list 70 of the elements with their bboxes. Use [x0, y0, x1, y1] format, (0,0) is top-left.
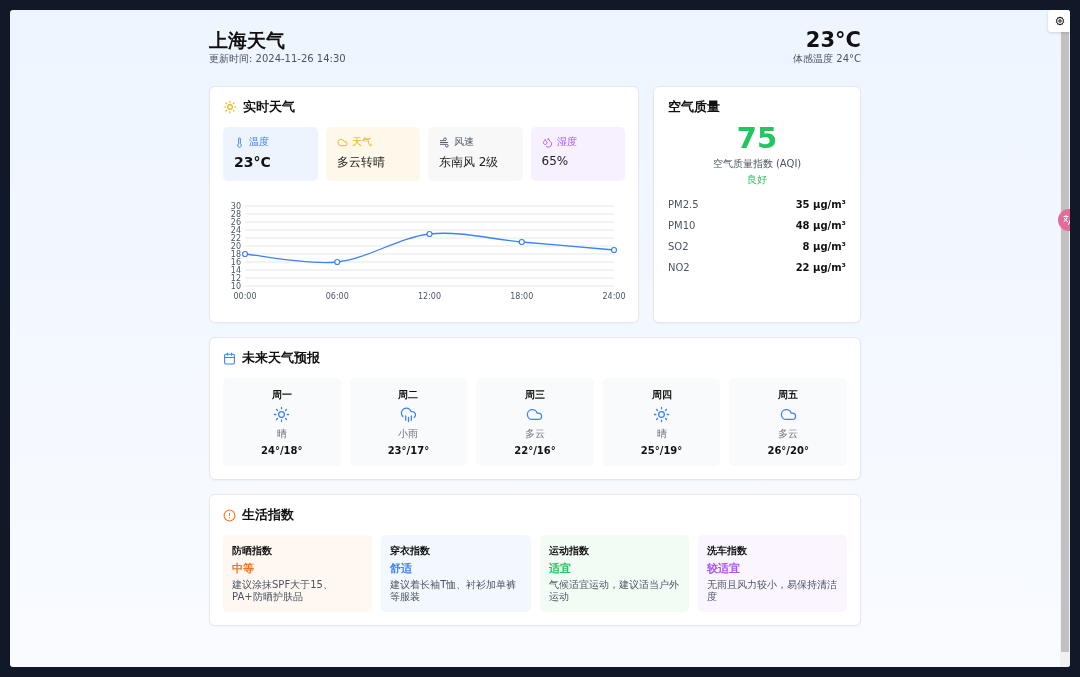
aqi-status: 良好	[746, 173, 768, 187]
axis-label: 24:00	[602, 292, 626, 301]
index-name: 洗车指数	[706, 544, 748, 558]
axis-label: 00:00	[233, 292, 257, 301]
axis-label: 22	[230, 233, 241, 243]
condition: 多云	[525, 427, 545, 441]
axis-label: 26	[230, 217, 241, 227]
pollutant-value: 22 μg/m³	[795, 262, 846, 273]
index-advice: 无雨且风力较小，易保持清洁度	[706, 579, 838, 603]
current-temperature: 23°C	[805, 28, 861, 52]
condition: 晴	[656, 427, 667, 441]
index-name: 穿衣指数	[390, 544, 432, 558]
axis-label: 16	[230, 257, 241, 267]
stat-value: 东南风 2级	[439, 154, 500, 171]
axis-label: 28	[230, 209, 241, 219]
condition: 多云	[778, 427, 799, 441]
index-level: 舒适	[390, 561, 414, 576]
index-level: 中等	[232, 561, 255, 576]
day-name: 周四	[651, 388, 672, 402]
axis-label: 18:00	[510, 292, 534, 301]
index-advice: 建议涂抹SPF大于15、PA+防晒护肤品	[232, 579, 334, 603]
stat-label: 天气	[351, 135, 372, 149]
temperature-range: 22°/16°	[514, 445, 556, 456]
section-title: 未来天气预报	[242, 350, 320, 366]
condition: 小雨	[398, 427, 419, 441]
axis-label: 12:00	[417, 292, 442, 301]
day-name: 周五	[778, 388, 799, 402]
day-name: 周一	[271, 388, 292, 402]
temperature-range: 23°/17°	[387, 445, 430, 456]
index-level: 较适宜	[706, 561, 741, 576]
pollutant-name: PM10	[668, 220, 696, 231]
pollutant-name: PM2.5	[668, 199, 699, 210]
temperature-range: 25°/19°	[640, 445, 683, 456]
stat-value: 多云转晴	[336, 154, 386, 171]
axis-label: 10	[230, 281, 241, 291]
index-level: 适宜	[548, 561, 572, 576]
temperature-range: 24°/18°	[261, 445, 303, 456]
index-name: 运动指数	[548, 544, 590, 558]
section-title: 生活指数	[242, 507, 294, 523]
axis-label: 18	[230, 249, 241, 259]
stat-value: 23°C	[234, 154, 272, 170]
temperature-range: 26°/20°	[767, 445, 809, 456]
day-name: 周三	[525, 388, 545, 402]
aqi-label: 空气质量指数 (AQI)	[711, 157, 803, 171]
section-title: 空气质量	[668, 99, 721, 115]
pollutant-value: 8 μg/m³	[802, 241, 846, 252]
stat-label: 湿度	[556, 135, 577, 149]
axis-label: 24	[230, 225, 241, 235]
condition: 晴	[276, 427, 287, 441]
aqi-value: 75	[735, 122, 779, 154]
axis-label: 20	[230, 241, 241, 251]
index-name: 防晒指数	[232, 544, 273, 558]
city-title: 上海天气	[209, 28, 286, 52]
index-advice: 气候适宜运动，建议适当户外运动	[548, 579, 680, 603]
pollutant-value: 48 μg/m³	[795, 220, 846, 231]
axis-label: 12	[230, 273, 241, 283]
axis-label: 30	[230, 201, 241, 211]
index-advice: 建议着长袖T恤、衬衫加单裤等服装	[390, 579, 518, 603]
pollutant-value: 35 μg/m³	[795, 199, 846, 210]
pollutant-name: NO2	[668, 262, 690, 273]
feels-like: 体感温度 24°C	[793, 52, 861, 66]
stat-label: 风速	[454, 135, 474, 149]
axis-label: 06:00	[325, 292, 349, 301]
update-time: 更新时间: 2024-11-26 14:30	[209, 52, 346, 66]
pollutant-name: SO2	[668, 241, 689, 252]
stat-value: 65%	[541, 154, 570, 168]
day-name: 周二	[398, 388, 419, 402]
section-title: 实时天气	[243, 99, 295, 115]
axis-label: 14	[230, 265, 241, 275]
stat-label: 温度	[249, 135, 269, 149]
